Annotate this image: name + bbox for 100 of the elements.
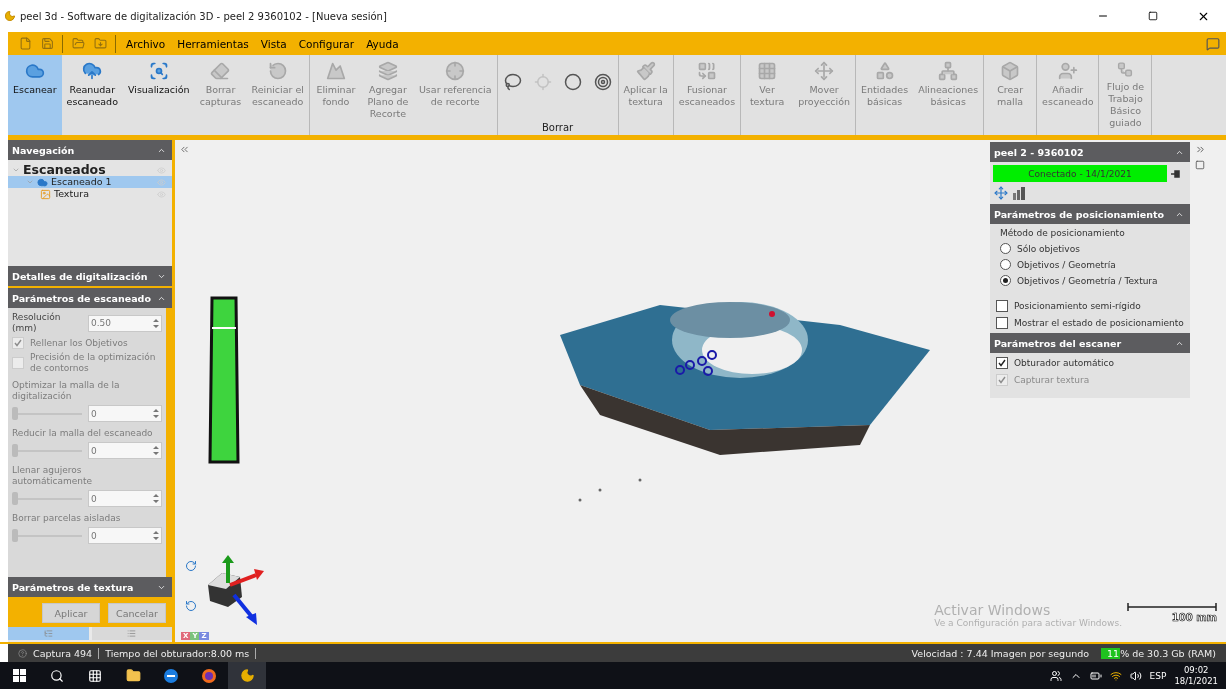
help-icon[interactable] [18, 648, 27, 658]
cloud-icon [37, 176, 48, 188]
checkbox[interactable] [996, 357, 1008, 369]
check-icon [998, 359, 1006, 367]
battery-icon[interactable] [1089, 669, 1102, 682]
app-button[interactable] [228, 662, 266, 689]
circle-icon [563, 73, 582, 91]
clock[interactable]: 09:02 18/1/2021 [1174, 664, 1218, 687]
section-header[interactable]: Parámetros del escaner [990, 333, 1190, 353]
target-icon [593, 73, 612, 91]
collapse-icon[interactable] [179, 144, 190, 155]
menu-item[interactable]: Vista [254, 32, 293, 55]
slider-label: Optimizar la malla de la digitalización [12, 380, 121, 402]
menu-item[interactable]: Configurar [292, 32, 361, 55]
shapes-icon [874, 61, 895, 81]
magnifier-icon [148, 61, 169, 81]
tree-item[interactable]: Textura [8, 188, 172, 200]
radio-button[interactable] [1000, 259, 1011, 270]
cloud-upload-icon [82, 61, 103, 81]
shutter-time: Tiempo del obturador:8.00 ms [99, 647, 257, 659]
list-icon [127, 629, 137, 638]
tree-label: Escaneados [23, 162, 107, 178]
expand-icon[interactable] [1195, 144, 1206, 155]
slider-thumb[interactable] [12, 407, 18, 420]
grid-icon [757, 61, 778, 81]
spin-arrows-icon[interactable] [153, 318, 159, 328]
radio-button[interactable] [1000, 275, 1011, 286]
search-icon [50, 668, 64, 683]
wifi-icon[interactable] [1109, 669, 1122, 682]
spin-arrows-icon[interactable] [153, 531, 159, 540]
app-icon [4, 10, 16, 22]
moon-icon [239, 668, 255, 683]
number-field[interactable]: 0 [88, 405, 162, 422]
connection-status: Conectado - 14/1/2021 [993, 165, 1167, 182]
menu-item[interactable]: Herramientas [171, 32, 255, 55]
windows-logo-icon [12, 669, 26, 682]
ribbon-button[interactable]: Reanudar escaneado [61, 55, 123, 135]
radio-label: Sólo objetivos [1017, 243, 1080, 254]
section-header[interactable]: Detalles de digitalización [8, 266, 172, 286]
group-title: Borrar [540, 122, 575, 135]
rotate-icon[interactable] [185, 560, 197, 572]
add-user-icon [1057, 61, 1078, 81]
panel-header[interactable]: Navegación [8, 140, 172, 160]
number-field[interactable]: 0.50 [88, 314, 162, 332]
undo-icon [267, 61, 288, 81]
radio-label: Objetivos / Geometría / Textura [1017, 275, 1158, 286]
brush-icon [635, 61, 656, 81]
menu-item[interactable]: Ayuda [360, 32, 405, 55]
spin-arrows-icon[interactable] [153, 446, 159, 455]
number-field[interactable]: 0 [88, 490, 162, 507]
folder-icon [125, 668, 141, 683]
checkbox-label: Capturar textura [1014, 375, 1090, 385]
section-header[interactable]: Parámetros de posicionamiento [990, 204, 1190, 224]
eraser-icon [210, 61, 231, 81]
number-field[interactable]: 0 [88, 442, 162, 459]
texture-icon [40, 188, 51, 200]
rotate-icon[interactable] [185, 600, 197, 612]
spin-arrows-icon[interactable] [153, 409, 159, 418]
radio-label: Objetivos / Geometría [1017, 259, 1116, 270]
checkbox-label: Posicionamiento semi-rígido [1014, 301, 1141, 311]
slider-thumb[interactable] [12, 444, 18, 457]
capture-count: Captura 494 [27, 647, 100, 659]
window-icon[interactable] [1195, 160, 1205, 170]
checkbox-label: Precisión de la optimización de contornos [30, 352, 157, 374]
panel-header[interactable]: peel 2 - 9360102 [990, 142, 1190, 162]
language-indicator: ESP [1149, 670, 1167, 681]
slider-label: Borrar parcelas aisladas [12, 513, 122, 524]
slider-thumb[interactable] [12, 492, 18, 505]
checkbox[interactable] [996, 317, 1008, 329]
lasso-icon [503, 73, 522, 91]
ribbon-button[interactable]: Visualización [122, 55, 195, 135]
slider-label: Reducir la malla del escaneado [12, 428, 154, 439]
checkbox[interactable] [996, 300, 1008, 312]
move-icon[interactable] [994, 186, 1008, 200]
slider-thumb[interactable] [12, 529, 18, 542]
radio-button[interactable] [1000, 243, 1011, 254]
tree-label: Escaneado 1 [51, 176, 113, 188]
plug-icon [1171, 169, 1180, 178]
menu-item[interactable]: Archivo [120, 32, 172, 55]
volume-icon[interactable] [1129, 669, 1142, 682]
checkbox-label: Mostrar el estado de posicionamiento [1014, 318, 1184, 328]
mountain-icon [325, 61, 346, 81]
ribbon-button[interactable]: Escanear [8, 55, 62, 135]
section-header[interactable]: Parámetros de textura [8, 577, 172, 597]
action-button[interactable]: Cancelar [108, 603, 166, 623]
move-icon [814, 61, 835, 81]
spin-arrows-icon[interactable] [153, 494, 159, 503]
section-header[interactable]: Parámetros de escaneado [8, 288, 172, 308]
window-title: peel 3d - Software de digitalización 3D - peel 2 9360102 - [Nueva sesión] [20, 10, 388, 22]
fox-logo-icon [201, 667, 217, 684]
clock-time: 09:02 [1183, 664, 1209, 676]
tree-item[interactable]: Escaneados [8, 164, 172, 176]
action-button[interactable]: Aplicar [42, 603, 100, 623]
number-field[interactable]: 0 [88, 527, 162, 544]
checkbox-label: Rellenar los Objetivos [30, 337, 128, 349]
combine-icon [696, 61, 717, 81]
people-icon[interactable] [1049, 669, 1062, 682]
help-chat-icon[interactable] [1206, 36, 1220, 51]
e-logo-icon [163, 667, 179, 684]
cloud-icon [24, 61, 45, 81]
